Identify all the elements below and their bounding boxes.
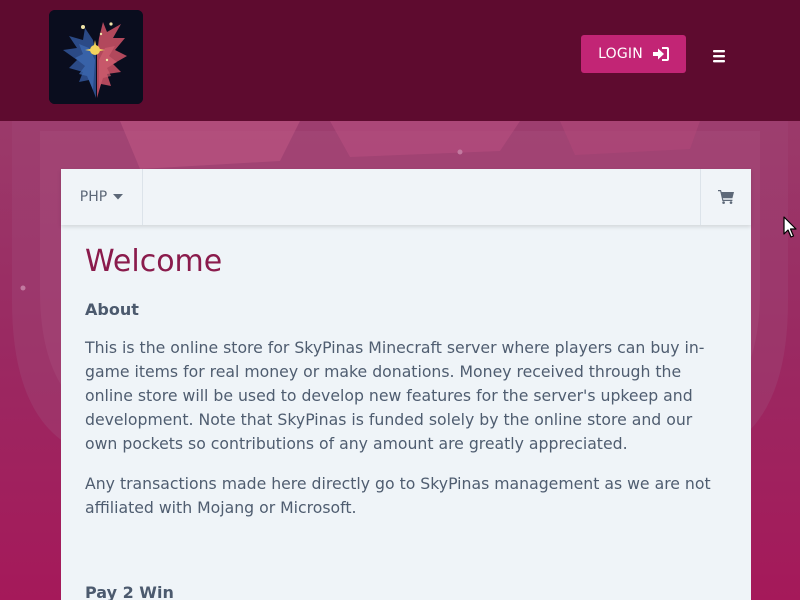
- login-label: LOGIN: [598, 46, 643, 62]
- site-logo[interactable]: [49, 10, 143, 104]
- disclaimer-paragraph: Any transactions made here directly go t…: [85, 474, 711, 517]
- skypinas-logo-icon: [49, 10, 143, 104]
- page-title: Welcome: [85, 244, 223, 279]
- caret-down-icon: [113, 194, 124, 200]
- mouse-cursor-icon: [783, 216, 797, 238]
- site-header: LOGIN: [0, 0, 800, 121]
- pay-2-win-heading: Pay 2 Win: [85, 583, 174, 600]
- about-paragraph: This is the online store for SkyPinas Mi…: [85, 338, 705, 453]
- currency-selector[interactable]: PHP: [61, 169, 143, 225]
- sign-in-icon: [652, 47, 669, 61]
- menu-button[interactable]: [711, 47, 729, 65]
- shopping-cart-icon: [718, 190, 734, 204]
- about-heading: About: [85, 300, 139, 319]
- store-toolbar: PHP: [61, 169, 751, 225]
- currency-value: PHP: [79, 189, 108, 205]
- welcome-card: PHP Welcome About This is the online sto…: [61, 169, 751, 600]
- welcome-content: Welcome About This is the online store f…: [85, 247, 725, 520]
- hamburger-menu-icon: [713, 50, 725, 63]
- login-button[interactable]: LOGIN: [581, 35, 686, 73]
- cart-button[interactable]: [700, 169, 751, 225]
